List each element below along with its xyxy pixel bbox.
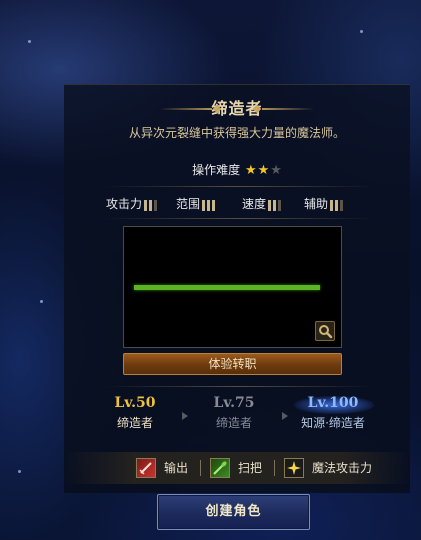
- background-sparkle: [40, 300, 43, 303]
- level-stage-100: Lv.100 知源·缔造者: [288, 394, 378, 432]
- level-number: Lv.100: [307, 395, 359, 411]
- skill-tag-label: 魔法攻击力: [312, 461, 373, 475]
- divider: [104, 186, 374, 187]
- skill-tag-label: 输出: [164, 461, 189, 475]
- level-class-name: 缔造者: [215, 416, 252, 430]
- create-character-button[interactable]: 创建角色: [157, 494, 310, 530]
- stat-bar: [212, 199, 216, 211]
- background-sparkle: [360, 30, 363, 33]
- stat-item: 范围: [176, 196, 217, 212]
- stat-label: 速度: [242, 197, 267, 211]
- divider: [104, 218, 374, 219]
- class-progression: Lv.50 缔造者 Lv.75 缔造者 Lv.100 知源·缔造者: [64, 394, 410, 438]
- title-ornament-left: [160, 108, 212, 110]
- stat-label: 范围: [176, 197, 201, 211]
- difficulty-stars: ★★★: [244, 163, 282, 178]
- stat-bars: [144, 197, 159, 213]
- stat-bar: [340, 199, 344, 211]
- level-stage-75: Lv.75 缔造者: [189, 394, 279, 432]
- stat-bar: [273, 199, 277, 211]
- stat-bars: [268, 197, 283, 213]
- stat-bar: [335, 199, 339, 211]
- stat-label: 辅助: [304, 197, 329, 211]
- stat-bars: [202, 197, 217, 213]
- skill-divider: [200, 460, 201, 476]
- class-description: 从异次元裂缝中获得强大力量的魔法师。: [128, 126, 345, 140]
- stat-bar: [154, 199, 158, 211]
- skill-tags-bar: 输出 扫把 魔法攻击力: [64, 452, 410, 484]
- preview-progress-line: [134, 285, 320, 290]
- level-class-name: 知源·缔造者: [301, 416, 365, 430]
- stat-item: 攻击力: [106, 196, 159, 212]
- background-sparkle: [18, 470, 21, 473]
- stat-item: 速度: [242, 196, 283, 212]
- divider: [104, 386, 374, 387]
- stat-item: 辅助: [304, 196, 345, 212]
- class-title-bar: 缔造者: [64, 96, 410, 122]
- skill-divider: [274, 460, 275, 476]
- star-icon: ★: [270, 163, 282, 178]
- stat-bar: [330, 199, 334, 211]
- zoom-button[interactable]: [315, 321, 335, 341]
- progression-arrow-icon: [182, 412, 188, 420]
- star-icon: ★: [244, 163, 257, 178]
- stat-bars: [330, 197, 345, 213]
- title-ornament-right: [262, 108, 314, 110]
- stat-bar: [278, 199, 282, 211]
- level-stage-50: Lv.50 缔造者: [90, 394, 180, 432]
- skill-preview-window: [123, 226, 342, 348]
- level-number: Lv.50: [114, 395, 156, 411]
- broom-icon: [210, 458, 230, 478]
- sword-icon: [136, 458, 156, 478]
- trial-class-button[interactable]: 体验转职: [123, 353, 342, 375]
- level-class-name: 缔造者: [116, 416, 153, 430]
- stat-bar: [144, 199, 148, 211]
- magnifier-icon: [319, 325, 333, 339]
- stat-ratings: 攻击力 范围 速度 辅助: [100, 196, 370, 212]
- sparkle-icon: [284, 458, 304, 478]
- stat-label: 攻击力: [106, 197, 143, 211]
- level-number: Lv.75: [213, 395, 255, 411]
- background-sparkle: [28, 40, 31, 43]
- difficulty-rating: 操作难度 ★★★: [64, 161, 410, 178]
- stat-bar: [268, 199, 272, 211]
- difficulty-label: 操作难度: [192, 163, 241, 177]
- stat-bar: [149, 199, 153, 211]
- stat-bar: [207, 199, 211, 211]
- star-icon: ★: [257, 163, 270, 178]
- stat-bar: [202, 199, 206, 211]
- skill-tag-label: 扫把: [238, 461, 263, 475]
